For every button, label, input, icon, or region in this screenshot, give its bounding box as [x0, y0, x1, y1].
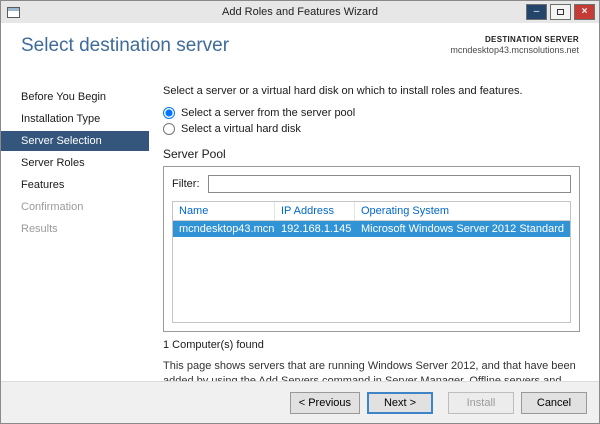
intro-text: Select a server or a virtual hard disk o…: [163, 85, 580, 97]
sidebar-item-before-you-begin[interactable]: Before You Begin: [1, 87, 149, 107]
wizard-steps-sidebar: Before You Begin Installation Type Serve…: [1, 75, 149, 381]
cancel-button[interactable]: Cancel: [521, 392, 587, 414]
sidebar-item-results: Results: [1, 219, 149, 239]
wizard-window: Add Roles and Features Wizard – × Select…: [0, 0, 600, 424]
cell-ip-address: 192.168.1.145: [275, 221, 355, 237]
wizard-footer: < Previous Next > Install Cancel: [1, 381, 599, 423]
page-title: Select destination server: [21, 35, 229, 57]
server-pool-radio[interactable]: [163, 107, 175, 119]
radio-row-server-pool: Select a server from the server pool: [163, 107, 580, 119]
wizard-content: Select a server or a virtual hard disk o…: [149, 75, 599, 381]
wizard-body: Before You Begin Installation Type Serve…: [1, 75, 599, 381]
window-title: Add Roles and Features Wizard: [1, 6, 599, 18]
sidebar-item-confirmation: Confirmation: [1, 197, 149, 217]
previous-button[interactable]: < Previous: [290, 392, 360, 414]
filter-input[interactable]: [208, 175, 571, 193]
server-table-header: Name IP Address Operating System: [173, 202, 570, 221]
page-description: This page shows servers that are running…: [163, 359, 580, 381]
destination-server-name: mcndesktop43.mcnsolutions.net: [450, 45, 579, 55]
sidebar-item-installation-type[interactable]: Installation Type: [1, 109, 149, 129]
destination-server-block: DESTINATION SERVER mcndesktop43.mcnsolut…: [450, 35, 579, 55]
sidebar-item-features[interactable]: Features: [1, 175, 149, 195]
wizard-header: Select destination server DESTINATION SE…: [1, 23, 599, 75]
radio-row-vhd: Select a virtual hard disk: [163, 123, 580, 135]
window-controls: – ×: [526, 4, 595, 20]
table-row[interactable]: mcndesktop43.mcnsolut... 192.168.1.145 M…: [173, 221, 570, 237]
server-pool-radio-label: Select a server from the server pool: [181, 107, 355, 119]
minimize-icon: –: [534, 5, 540, 19]
column-header-ip-address[interactable]: IP Address: [275, 202, 355, 220]
server-pool-box: Filter: Name IP Address Operating System…: [163, 166, 580, 332]
destination-server-label: DESTINATION SERVER: [450, 35, 579, 44]
wizard-icon: [7, 7, 20, 18]
table-empty-area: [173, 237, 570, 322]
maximize-icon: [557, 9, 564, 15]
virtual-hard-disk-radio-label: Select a virtual hard disk: [181, 123, 301, 135]
close-button[interactable]: ×: [574, 4, 595, 20]
sidebar-item-server-roles[interactable]: Server Roles: [1, 153, 149, 173]
virtual-hard-disk-radio[interactable]: [163, 123, 175, 135]
close-icon: ×: [582, 5, 588, 19]
column-header-operating-system[interactable]: Operating System: [355, 202, 570, 220]
titlebar: Add Roles and Features Wizard – ×: [1, 1, 599, 23]
install-button: Install: [448, 392, 514, 414]
cell-operating-system: Microsoft Windows Server 2012 Standard: [355, 221, 570, 237]
computers-found-text: 1 Computer(s) found: [163, 339, 580, 351]
minimize-button[interactable]: –: [526, 4, 547, 20]
filter-label: Filter:: [172, 178, 200, 190]
cell-server-name: mcndesktop43.mcnsolut...: [173, 221, 275, 237]
server-pool-heading: Server Pool: [163, 147, 580, 161]
next-button[interactable]: Next >: [367, 392, 433, 414]
column-header-name[interactable]: Name: [173, 202, 275, 220]
server-table: Name IP Address Operating System mcndesk…: [172, 201, 571, 323]
maximize-button[interactable]: [550, 4, 571, 20]
filter-row: Filter:: [172, 175, 571, 193]
sidebar-item-server-selection[interactable]: Server Selection: [1, 131, 149, 151]
